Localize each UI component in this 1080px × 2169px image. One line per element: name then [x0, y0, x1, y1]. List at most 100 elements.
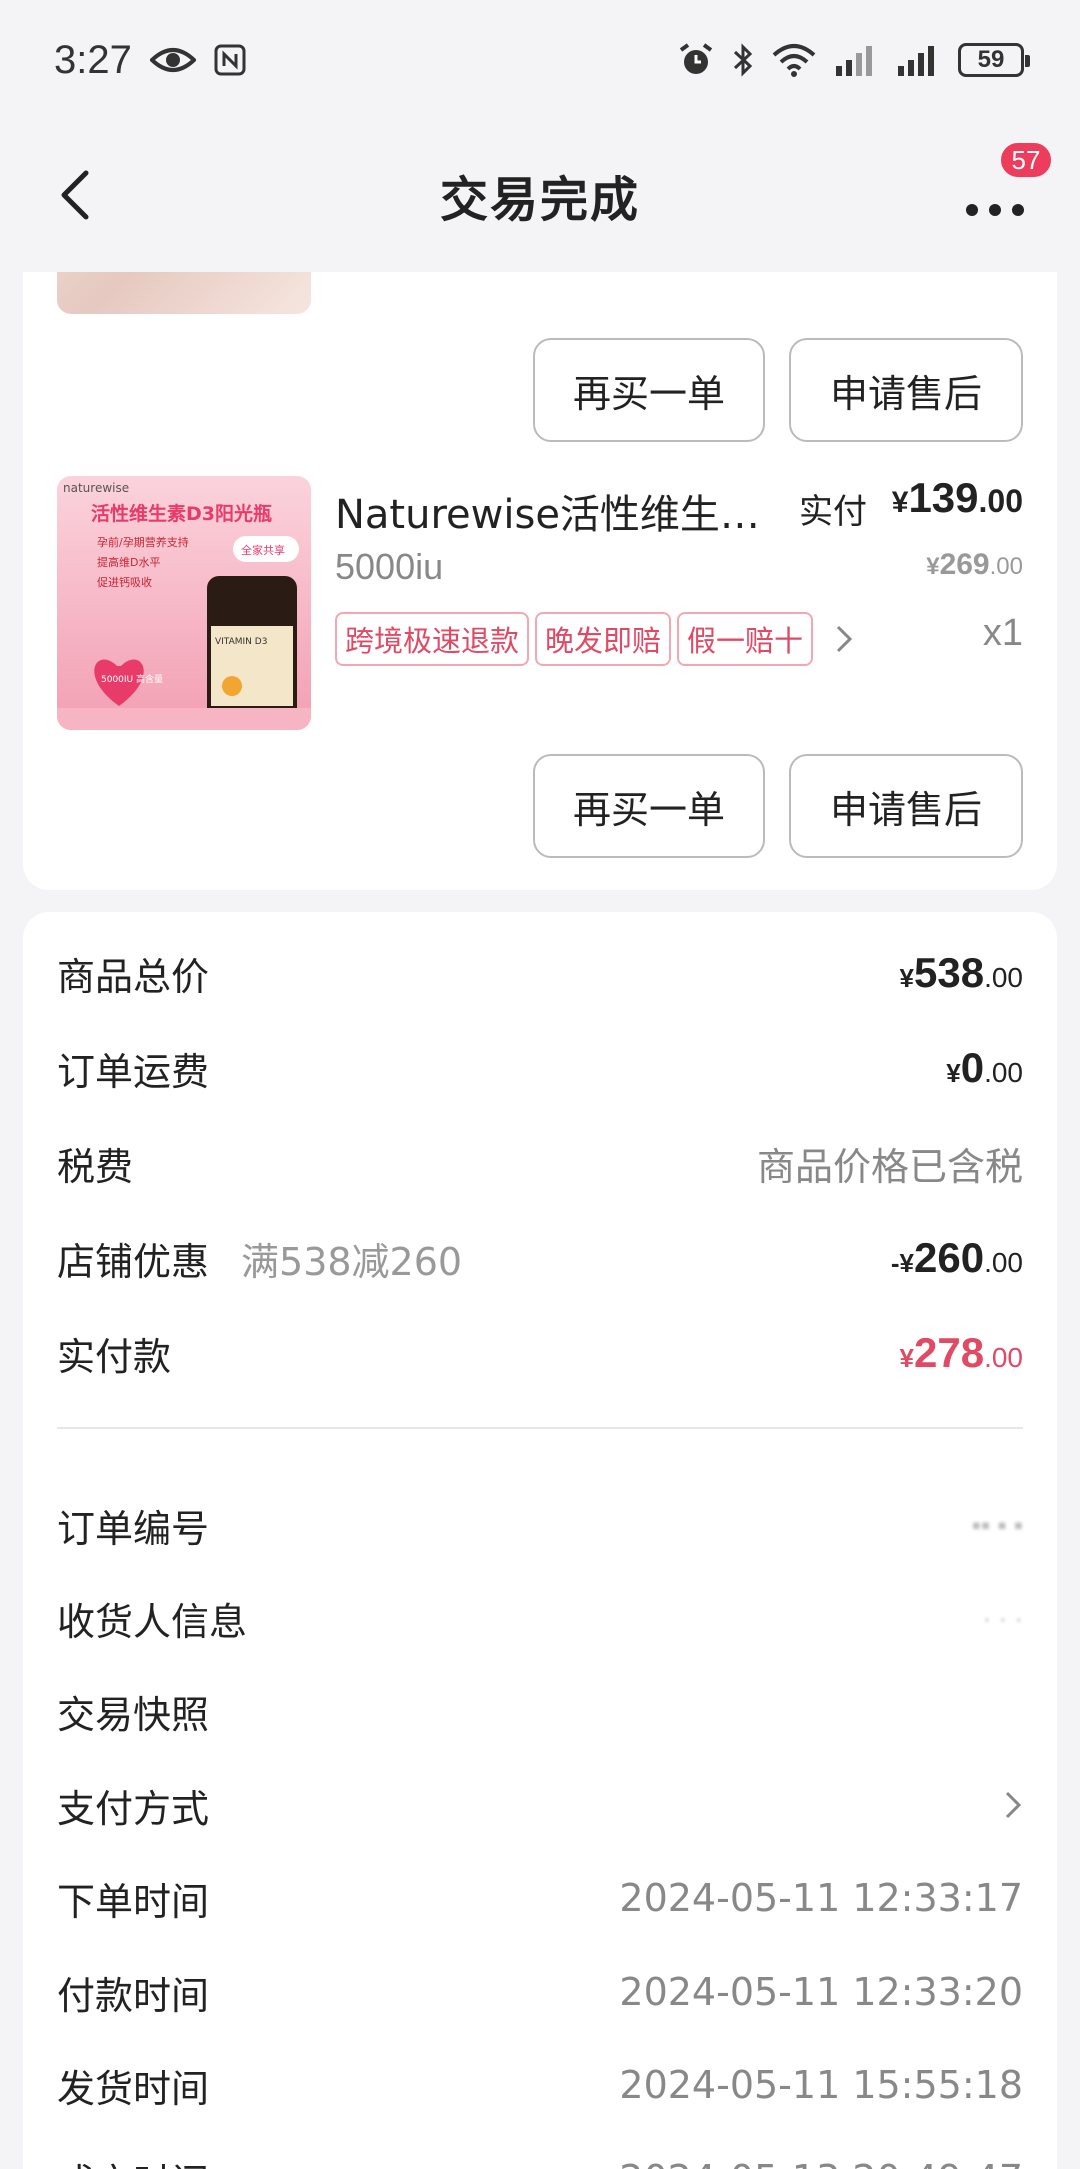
back-arrow-icon	[61, 170, 89, 220]
row-deal-time: 成交时间 2024-05-13 20:49:47	[57, 2149, 1023, 2169]
image-bullet-1: 孕前/孕期营养支持	[97, 535, 189, 549]
previous-product-thumbnail[interactable]	[57, 272, 311, 314]
product-name[interactable]: Naturewise活性维生素D3阳光瓶	[335, 482, 775, 540]
ship-time-label: 发货时间	[57, 2066, 210, 2111]
order-time-value: 2024-05-11 12:33:17	[619, 1876, 1023, 1920]
row-pay-time: 付款时间 2024-05-11 12:33:20	[57, 1962, 1023, 2022]
discount-int: 260	[913, 1234, 985, 1281]
order-number-label: 订单编号	[57, 1506, 210, 1551]
rebuy-button-1[interactable]: 再买一单	[533, 338, 765, 442]
goods-total-value: ¥538.00	[900, 949, 1023, 997]
nfc-icon	[214, 44, 246, 76]
service-tags[interactable]: 跨境极速退款 晚发即赔 假一赔十	[335, 612, 855, 666]
wifi-icon	[772, 43, 816, 77]
battery-icon: 59	[958, 43, 1030, 77]
row-receiver[interactable]: 收货人信息 · · ·	[57, 1588, 1023, 1648]
receiver-value-obscured: · · ·	[982, 1602, 1023, 1633]
item-paid-price: ¥139.00	[892, 474, 1023, 522]
image-badge: 全家共享	[241, 543, 285, 557]
after-sale-button-1[interactable]: 申请售后	[789, 338, 1023, 442]
status-right: 59	[678, 42, 1030, 78]
row-shipping: 订单运费 ¥0.00	[57, 1038, 1023, 1098]
shipping-dec: .00	[984, 1057, 1023, 1088]
shipping-int: 0	[960, 1044, 985, 1091]
tax-value: 商品价格已含税	[756, 1144, 1023, 1189]
item-orig-currency: ¥	[926, 553, 940, 580]
divider	[57, 1427, 1023, 1429]
pay-time-value: 2024-05-11 12:33:20	[619, 1970, 1023, 2014]
snapshot-label: 交易快照	[57, 1692, 210, 1737]
row-payment-method[interactable]: 支付方式	[57, 1775, 1023, 1835]
bluetooth-icon	[732, 42, 754, 78]
discount-currency: ¥	[899, 1248, 914, 1278]
paid-currency: ¥	[899, 1343, 914, 1373]
image-headline: 活性维生素D3阳光瓶	[91, 502, 272, 525]
nav-bar: 交易完成 57	[0, 120, 1080, 270]
goods-total-dec: .00	[984, 962, 1023, 993]
row-paid: 实付款 ¥278.00	[57, 1323, 1023, 1383]
pay-time-label: 付款时间	[57, 1973, 210, 2018]
image-bottle-label: VITAMIN D3	[215, 637, 267, 647]
tag-fake-ten: 假一赔十	[677, 612, 814, 666]
product-spec: 5000iu	[335, 546, 444, 587]
eye-icon	[149, 45, 196, 75]
item-paid-dec: .00	[978, 483, 1023, 519]
discount-value: -¥260.00	[891, 1234, 1023, 1282]
product-card: 再买一单 申请售后 naturewise 活性维生素D3阳光瓶 孕前/孕期营养支…	[23, 272, 1057, 890]
paid-dec: .00	[984, 1342, 1023, 1373]
goods-total-int: 538	[913, 949, 985, 996]
discount-prefix: -	[890, 1248, 900, 1278]
shipping-label: 订单运费	[57, 1049, 210, 1094]
ship-time-value: 2024-05-11 15:55:18	[619, 2063, 1023, 2107]
alarm-icon	[678, 42, 714, 78]
row-order-number[interactable]: 订单编号 ▪▪ ▪ ▪	[57, 1495, 1023, 1555]
deal-time-value: 2024-05-13 20:49:47	[619, 2157, 1023, 2169]
goods-total-currency: ¥	[899, 963, 914, 993]
discount-left: 店铺优惠 满538减260	[57, 1231, 462, 1286]
chevron-right-icon	[836, 625, 853, 653]
item-orig-int: 269	[939, 548, 990, 581]
tag-fast-refund: 跨境极速退款	[335, 612, 530, 666]
image-heart-text: 5000IU 高含量	[101, 673, 163, 685]
image-brand: naturewise	[63, 481, 129, 495]
product-image[interactable]: naturewise 活性维生素D3阳光瓶 孕前/孕期营养支持 提高维D水平 促…	[57, 476, 311, 730]
order-time-label: 下单时间	[57, 1879, 210, 1924]
image-bullet-3: 促进钙吸收	[97, 575, 152, 589]
goods-total-label: 商品总价	[57, 954, 210, 999]
shipping-currency: ¥	[946, 1058, 961, 1088]
signal-icon-2	[896, 44, 940, 76]
paid-label: 实付	[799, 492, 867, 532]
signal-icon	[834, 44, 878, 76]
paid-int: 278	[913, 1329, 985, 1376]
shipping-value: ¥0.00	[946, 1044, 1023, 1092]
after-sale-button-2[interactable]: 申请售后	[789, 754, 1023, 858]
back-button[interactable]	[50, 165, 110, 225]
order-number-value-obscured: ▪▪ ▪ ▪	[971, 1509, 1023, 1540]
discount-rule: 满538减260	[241, 1239, 463, 1284]
item-original-price: ¥269.00	[926, 548, 1023, 582]
item-paid-currency: ¥	[891, 486, 909, 519]
receiver-label: 收货人信息	[57, 1599, 248, 1644]
paid-amount-label: 实付款	[57, 1334, 172, 1379]
deal-time-label: 成交时间	[57, 2152, 209, 2169]
page-title: 交易完成	[439, 174, 640, 227]
status-time: 3:27	[54, 37, 132, 82]
row-tax: 税费 商品价格已含税	[57, 1133, 1023, 1193]
discount-dec: .00	[984, 1247, 1023, 1278]
row-ship-time: 发货时间 2024-05-11 15:55:18	[57, 2055, 1023, 2115]
image-bullet-2: 提高维D水平	[97, 555, 160, 569]
item-orig-dec: .00	[989, 553, 1023, 580]
rebuy-button-2[interactable]: 再买一单	[533, 754, 765, 858]
order-summary-card: 商品总价 ¥538.00 订单运费 ¥0.00 税费 商品价格已含税 店铺优惠 …	[23, 912, 1057, 2169]
row-discount: 店铺优惠 满538减260 -¥260.00	[57, 1228, 1023, 1288]
item-quantity: x1	[982, 612, 1023, 654]
row-goods-total: 商品总价 ¥538.00	[57, 943, 1023, 1003]
status-bar: 3:27 59	[0, 0, 1080, 120]
tag-late-compensation: 晚发即赔	[535, 612, 672, 666]
tax-label: 税费	[57, 1144, 134, 1189]
payment-method-label: 支付方式	[57, 1786, 210, 1831]
paid-amount-value: ¥278.00	[900, 1329, 1023, 1377]
discount-label: 店铺优惠	[57, 1239, 210, 1284]
row-snapshot[interactable]: 交易快照	[57, 1681, 1023, 1741]
status-left: 3:27	[54, 38, 246, 83]
